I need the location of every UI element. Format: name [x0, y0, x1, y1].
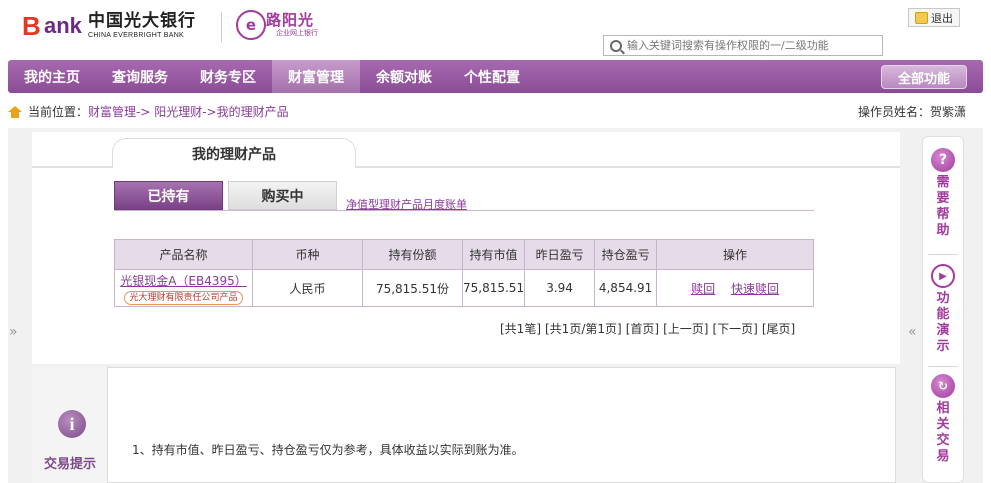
operator-name: 操作员姓名：贺紫潇	[858, 105, 967, 119]
logo-ank: ank	[44, 13, 82, 38]
header: B ank 中国光大银行 CHINA EVERBRIGHT BANK e 路阳光…	[0, 0, 991, 58]
cell-shares: 75,815.51份	[362, 269, 463, 307]
sidebar-related[interactable]: ↻ 相关交易	[922, 374, 964, 465]
sunshine-badge-icon: e	[236, 10, 266, 40]
main-nav: 我的主页 查询服务 财务专区 财富管理 余额对账 个性配置 全部功能	[8, 60, 983, 93]
cell-product: 光银现金A（EB4395） 光大理财有限责任公司产品	[114, 269, 253, 307]
sidebar-related-label: 相关交易	[936, 401, 950, 464]
breadcrumb-prefix: 当前位置：	[28, 105, 89, 119]
pager-next[interactable]: [下一页]	[712, 320, 757, 337]
search-input[interactable]	[627, 39, 877, 52]
logo-divider	[221, 12, 222, 42]
logout-icon	[915, 11, 928, 24]
cell-yesterday-pl: 3.94	[524, 269, 596, 307]
logo-mark: B ank	[22, 11, 82, 41]
product-name-link[interactable]: 光银现金A（EB4395）	[115, 272, 252, 289]
col-position-pl: 持仓盈亏	[594, 239, 658, 270]
nav-item-balance[interactable]: 余额对账	[360, 60, 448, 93]
nav-item-wealth[interactable]: 财富管理	[272, 60, 360, 93]
sidebar-help-label: 需要帮助	[936, 175, 950, 238]
pager-last[interactable]: [尾页]	[762, 320, 795, 337]
home-icon[interactable]	[8, 105, 22, 118]
sidebar-help[interactable]: ? 需要帮助	[922, 148, 964, 239]
nav-item-home[interactable]: 我的主页	[8, 60, 96, 93]
search-box[interactable]	[603, 35, 883, 56]
nav-item-query[interactable]: 查询服务	[96, 60, 184, 93]
table-row: 光银现金A（EB4395） 光大理财有限责任公司产品 人民币 75,815.51…	[114, 269, 814, 307]
expand-left-icon[interactable]: »	[9, 324, 18, 340]
nav-item-personal[interactable]: 个性配置	[448, 60, 536, 93]
logo-b: B	[22, 11, 41, 41]
pager-total: [共1笔]	[500, 322, 541, 336]
sunshine-title: 路阳光	[266, 11, 315, 29]
sidebar-demo[interactable]: ▶ 功能演示	[922, 264, 964, 355]
logout-button[interactable]: 退出	[908, 8, 960, 27]
pager-page-info: [共1页/第1页]	[545, 322, 622, 336]
tab-buying[interactable]: 购买中	[228, 181, 337, 210]
col-currency: 币种	[252, 239, 363, 270]
product-tag: 光大理财有限责任公司产品	[124, 290, 243, 305]
col-yesterday-pl: 昨日盈亏	[524, 239, 596, 270]
breadcrumb-path[interactable]: 财富管理-> 阳光理财->我的理财产品	[88, 103, 289, 120]
tips-label: 交易提示	[44, 457, 97, 472]
table-header-row: 产品名称 币种 持有份额 持有市值 昨日盈亏 持仓盈亏 操作	[114, 239, 814, 270]
monthly-statement-link[interactable]: 净值型理财产品月度账单	[346, 196, 467, 212]
all-functions-button[interactable]: 全部功能	[881, 65, 967, 89]
page-title: 我的理财产品	[112, 138, 356, 168]
help-icon: ?	[931, 148, 955, 172]
sunshine-brand: 路阳光 企业网上银行	[266, 12, 318, 38]
redeem-link[interactable]: 赎回	[691, 282, 715, 296]
cell-position-pl: 4,854.91	[594, 269, 658, 307]
expand-right-icon[interactable]: «	[908, 324, 917, 340]
sidebar-demo-label: 功能演示	[936, 291, 950, 354]
sidebar-divider	[928, 366, 958, 367]
nav-item-finance[interactable]: 财务专区	[184, 60, 272, 93]
col-market-value: 持有市值	[461, 239, 526, 270]
play-icon: ▶	[931, 264, 955, 288]
cell-operations: 赎回 快速赎回	[656, 269, 814, 307]
tips-text: 1、持有市值、昨日盈亏、持仓盈亏仅为参考，具体收益以实际到账为准。	[132, 443, 524, 457]
holdings-table: 产品名称 币种 持有份额 持有市值 昨日盈亏 持仓盈亏 操作 光银现金A（EB4…	[114, 239, 814, 307]
pager-first[interactable]: [首页]	[626, 320, 659, 337]
bank-logo[interactable]: B ank 中国光大银行 CHINA EVERBRIGHT BANK	[22, 12, 196, 40]
tips-panel	[32, 367, 896, 483]
sidebar-divider	[928, 254, 958, 255]
logo-text: 中国光大银行 CHINA EVERBRIGHT BANK	[88, 12, 196, 40]
cell-market-value: 75,815.51	[461, 269, 526, 307]
col-operations: 操作	[656, 239, 814, 270]
fast-redeem-link[interactable]: 快速赎回	[731, 282, 779, 296]
pagination: [共1笔] [共1页/第1页] [首页] [上一页] [下一页] [尾页]	[496, 320, 795, 337]
logo-cn: 中国光大银行	[88, 11, 196, 31]
col-product-name: 产品名称	[114, 239, 253, 270]
breadcrumb: 当前位置： 财富管理-> 阳光理财->我的理财产品	[8, 103, 289, 120]
search-icon	[610, 39, 622, 52]
info-icon: i	[58, 410, 86, 438]
cell-currency: 人民币	[252, 269, 363, 307]
logout-label: 退出	[931, 11, 953, 25]
related-trade-icon: ↻	[931, 374, 955, 398]
pager-prev[interactable]: [上一页]	[663, 320, 708, 337]
col-shares: 持有份额	[362, 239, 463, 270]
tab-held[interactable]: 已持有	[114, 181, 223, 210]
logo-en: CHINA EVERBRIGHT BANK	[88, 32, 185, 39]
sunshine-subtitle: 企业网上银行	[276, 29, 318, 37]
